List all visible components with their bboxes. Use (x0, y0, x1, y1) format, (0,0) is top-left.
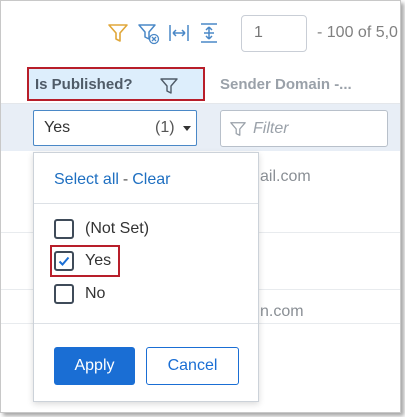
grid-panel: 1 - 100 of 5,0 Is Published? Sender Doma… (0, 0, 401, 413)
column-header-is-published[interactable]: Is Published? (27, 67, 205, 101)
popup-divider (34, 203, 258, 204)
filter-icon (229, 120, 247, 143)
checkbox[interactable] (54, 284, 74, 304)
grid-toolbar: 1 - 100 of 5,0 (1, 1, 400, 67)
published-filter-value: Yes (44, 119, 71, 136)
option-label: No (85, 285, 106, 302)
select-all-link[interactable]: Select all (54, 171, 119, 188)
page-range-text: - 100 of 5,0 (317, 24, 398, 41)
filter-icon[interactable] (107, 21, 129, 45)
column-header-row: Is Published? Sender Domain -... (1, 67, 400, 104)
chevron-down-icon (183, 126, 191, 131)
filter-placeholder: Filter (253, 120, 289, 137)
published-filter-count: (1) (155, 119, 175, 136)
option-label: (Not Set) (85, 220, 150, 237)
sender-domain-filter-input[interactable]: Filter (220, 110, 388, 147)
apply-button[interactable]: Apply (54, 347, 135, 385)
option-label: Yes (85, 252, 112, 269)
column-header-label: Is Published? (35, 76, 133, 93)
checkbox[interactable] (54, 251, 74, 271)
fit-columns-icon[interactable] (167, 21, 191, 45)
clear-link[interactable]: Clear (132, 171, 170, 188)
clear-filter-icon[interactable] (137, 21, 161, 45)
check-icon (58, 256, 70, 266)
sender-domain-cell: ail.com (260, 168, 311, 185)
fit-rows-icon[interactable] (197, 21, 221, 45)
page-number-input[interactable]: 1 (241, 15, 307, 52)
checkbox[interactable] (54, 219, 74, 239)
popup-divider (34, 323, 258, 324)
column-header-sender-domain[interactable]: Sender Domain -... (220, 76, 352, 93)
published-filter-select[interactable]: Yes (1) (33, 110, 197, 146)
column-filter-icon[interactable] (159, 76, 179, 101)
set-filter-popup: Select all - Clear (Not Set) Yes No Apply … (33, 152, 259, 402)
cancel-button[interactable]: Cancel (146, 347, 239, 385)
popup-separator: - (122, 171, 129, 188)
popup-actions: Select all - Clear (54, 171, 170, 189)
filter-row: Yes (1) Filter (1, 104, 400, 151)
sender-domain-cell: n.com (260, 303, 304, 320)
